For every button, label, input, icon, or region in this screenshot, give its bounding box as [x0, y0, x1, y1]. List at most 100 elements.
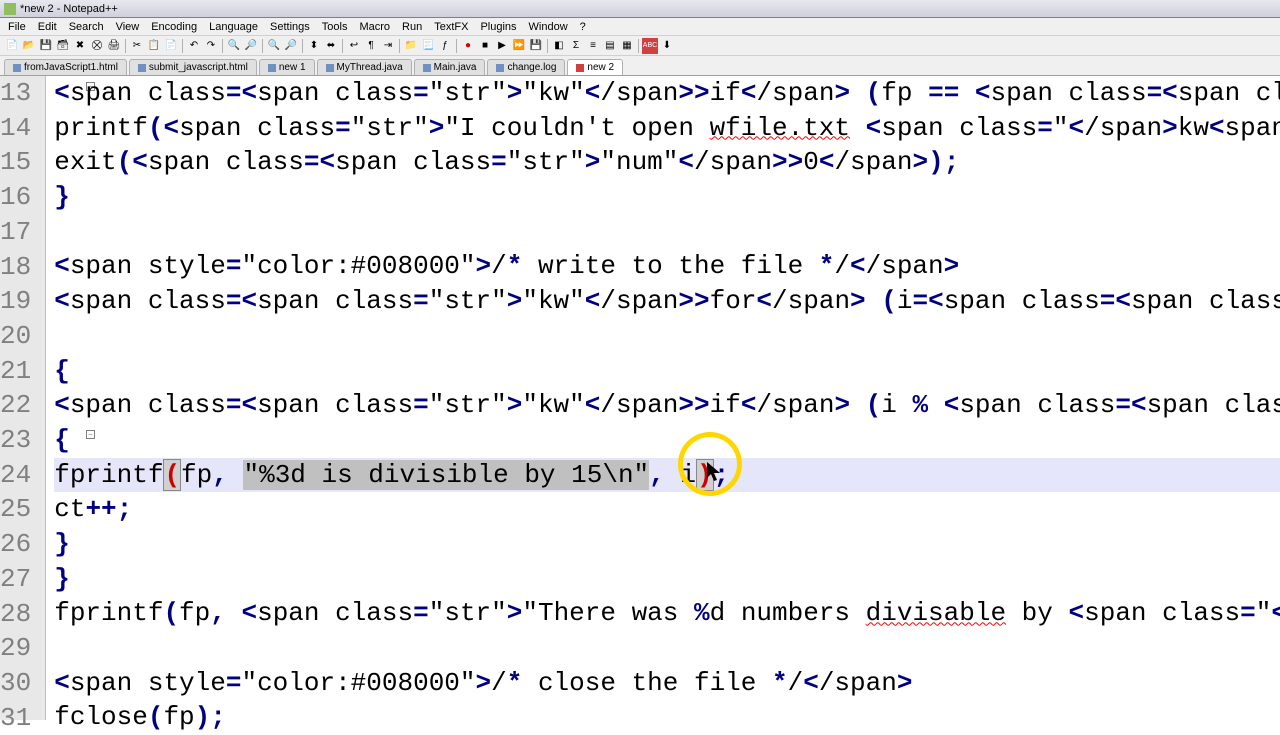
menu-edit[interactable]: Edit — [32, 19, 63, 35]
sync-h-icon[interactable]: ⬌ — [323, 38, 339, 54]
line-number: 21 — [0, 354, 31, 389]
print-icon[interactable]: 🖨 — [106, 38, 122, 54]
save-all-icon[interactable]: 🗃 — [55, 38, 71, 54]
line-number: 18 — [0, 250, 31, 285]
code-line[interactable]: fclose(fp); — [54, 700, 1280, 735]
func-icon[interactable]: ƒ — [437, 38, 453, 54]
tab-mythread-java[interactable]: MyThread.java — [317, 59, 412, 75]
code-line[interactable]: printf(<span class="str">"I couldn't ope… — [54, 111, 1280, 146]
menu-window[interactable]: Window — [523, 19, 574, 35]
close-all-icon[interactable]: ⛒ — [89, 38, 105, 54]
menu-encoding[interactable]: Encoding — [145, 19, 203, 35]
tab-fromjavascript1-html[interactable]: fromJavaScript1.html — [4, 59, 127, 75]
code-line[interactable]: <span style="color:#008000">/* write to … — [54, 249, 1280, 284]
line-number: 26 — [0, 527, 31, 562]
code-line[interactable] — [54, 319, 1280, 354]
menu-macro[interactable]: Macro — [353, 19, 396, 35]
code-line[interactable] — [54, 631, 1280, 666]
line-number: 25 — [0, 492, 31, 527]
code-line[interactable]: } — [54, 562, 1280, 597]
tab-submit-javascript-html[interactable]: submit_javascript.html — [129, 59, 257, 75]
showall-icon[interactable]: ¶ — [363, 38, 379, 54]
code-line[interactable]: <span class=<span class="str">"kw"</span… — [54, 284, 1280, 319]
line-number: 28 — [0, 597, 31, 632]
file-icon — [326, 64, 334, 72]
title-bar: *new 2 - Notepad++ — [0, 0, 1280, 18]
tab-bar[interactable]: fromJavaScript1.htmlsubmit_javascript.ht… — [0, 56, 1280, 76]
code-line[interactable]: { — [54, 354, 1280, 389]
save-macro-icon[interactable]: 💾 — [528, 38, 544, 54]
code-line[interactable] — [54, 215, 1280, 250]
menu-tools[interactable]: Tools — [316, 19, 354, 35]
menu-settings[interactable]: Settings — [264, 19, 316, 35]
line-number: 24 — [0, 458, 31, 493]
zoom-out-icon[interactable]: 🔎 — [283, 38, 299, 54]
misc1-icon[interactable]: ◧ — [551, 38, 567, 54]
code-line[interactable]: <span class=<span class="str">"kw"</span… — [54, 76, 1280, 111]
folder-icon[interactable]: 📁 — [403, 38, 419, 54]
close-icon[interactable]: ✖ — [72, 38, 88, 54]
menu-run[interactable]: Run — [396, 19, 428, 35]
code-line[interactable]: exit(<span class=<span class="str">"num"… — [54, 145, 1280, 180]
tab-label: change.log — [507, 62, 556, 73]
redo-icon[interactable]: ↷ — [203, 38, 219, 54]
play-multi-icon[interactable]: ⏩ — [511, 38, 527, 54]
tab-label: Main.java — [434, 62, 477, 73]
tab-main-java[interactable]: Main.java — [414, 59, 486, 75]
replace-icon[interactable]: 🔎 — [243, 38, 259, 54]
code-line[interactable]: } — [54, 527, 1280, 562]
undo-icon[interactable]: ↶ — [186, 38, 202, 54]
file-icon — [423, 64, 431, 72]
menu-file[interactable]: File — [2, 19, 32, 35]
menu-search[interactable]: Search — [63, 19, 110, 35]
doc-icon[interactable]: 📃 — [420, 38, 436, 54]
code-line[interactable]: { — [54, 423, 1280, 458]
misc5-icon[interactable]: ▦ — [619, 38, 635, 54]
sync-v-icon[interactable]: ⬍ — [306, 38, 322, 54]
find-icon[interactable]: 🔍 — [226, 38, 242, 54]
menu-bar[interactable]: FileEditSearchViewEncodingLanguageSettin… — [0, 18, 1280, 36]
zoom-in-icon[interactable]: 🔍 — [266, 38, 282, 54]
line-number-gutter: 13141516171819202122232425262728293031 — [0, 76, 46, 720]
cut-icon[interactable]: ✂ — [129, 38, 145, 54]
editor-area[interactable]: 13141516171819202122232425262728293031 −… — [0, 76, 1280, 720]
line-number: 19 — [0, 284, 31, 319]
code-line[interactable]: fprintf(fp, <span class="str">"There was… — [54, 596, 1280, 631]
record-icon[interactable]: ● — [460, 38, 476, 54]
indent-icon[interactable]: ⇥ — [380, 38, 396, 54]
file-icon — [13, 64, 21, 72]
misc4-icon[interactable]: ▤ — [602, 38, 618, 54]
code-line[interactable]: fprintf(fp, "%3d is divisible by 15\n", … — [54, 458, 1280, 493]
tab-label: new 1 — [279, 62, 306, 73]
line-number: 30 — [0, 666, 31, 701]
copy-icon[interactable]: 📋 — [146, 38, 162, 54]
menu-?[interactable]: ? — [574, 19, 592, 35]
save-icon[interactable]: 💾 — [38, 38, 54, 54]
line-number: 16 — [0, 180, 31, 215]
tab-change-log[interactable]: change.log — [487, 59, 565, 75]
menu-plugins[interactable]: Plugins — [474, 19, 522, 35]
play-icon[interactable]: ▶ — [494, 38, 510, 54]
open-file-icon[interactable]: 📂 — [21, 38, 37, 54]
tab-new-1[interactable]: new 1 — [259, 59, 315, 75]
code-line[interactable]: ct++; — [54, 492, 1280, 527]
menu-view[interactable]: View — [110, 19, 146, 35]
stop-icon[interactable]: ■ — [477, 38, 493, 54]
menu-language[interactable]: Language — [203, 19, 264, 35]
spellcheck-icon[interactable]: ABC — [642, 38, 658, 54]
code-line[interactable]: <span style="color:#008000">/* close the… — [54, 666, 1280, 701]
new-file-icon[interactable]: 📄 — [4, 38, 20, 54]
toolbar: 📄 📂 💾 🗃 ✖ ⛒ 🖨 ✂ 📋 📄 ↶ ↷ 🔍 🔎 🔍 🔎 ⬍ ⬌ ↩ ¶ … — [0, 36, 1280, 56]
paste-icon[interactable]: 📄 — [163, 38, 179, 54]
next-icon[interactable]: ⬇ — [659, 38, 675, 54]
code-line[interactable]: } — [54, 180, 1280, 215]
wrap-icon[interactable]: ↩ — [346, 38, 362, 54]
line-number: 13 — [0, 76, 31, 111]
tab-new-2[interactable]: new 2 — [567, 59, 623, 75]
misc3-icon[interactable]: ≡ — [585, 38, 601, 54]
line-number: 23 — [0, 423, 31, 458]
misc2-icon[interactable]: Σ — [568, 38, 584, 54]
code-area[interactable]: <span class=<span class="str">"kw"</span… — [46, 76, 1280, 720]
menu-textfx[interactable]: TextFX — [428, 19, 474, 35]
code-line[interactable]: <span class=<span class="str">"kw"</span… — [54, 388, 1280, 423]
